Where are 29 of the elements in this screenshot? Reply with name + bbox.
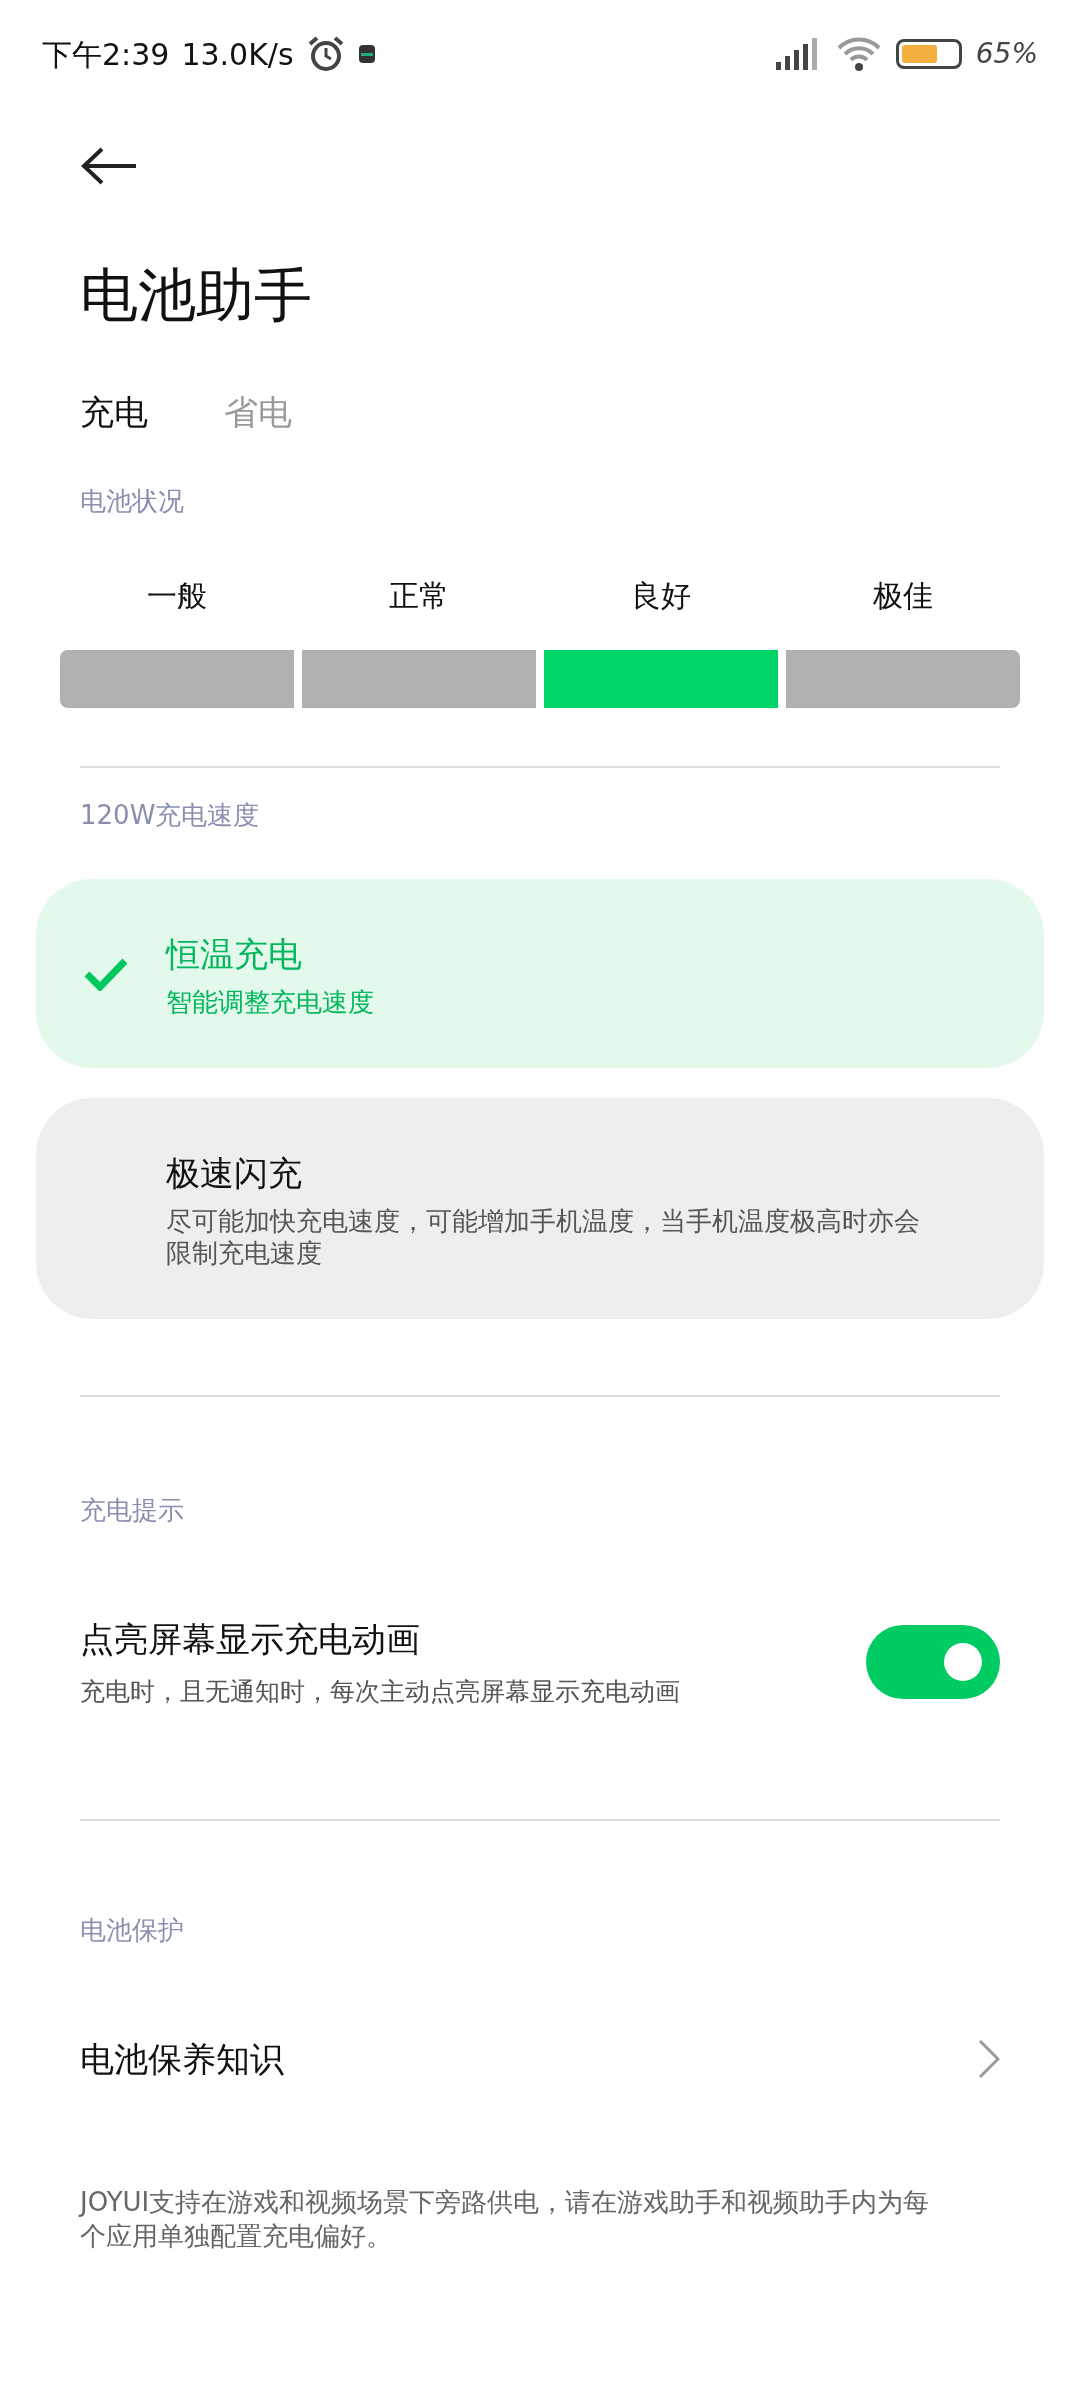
battery-care-link[interactable]: 电池保养知识	[0, 2033, 1080, 2085]
chevron-right-icon	[978, 2039, 1000, 2079]
battery-percent: 65%	[975, 36, 1038, 72]
mode-title: 极速闪充	[166, 1152, 303, 1195]
tab[interactable]: 充电	[80, 387, 148, 438]
mode-description: 尽可能加快充电速度，可能增加手机温度，当手机温度极高时亦会限制充电速度	[166, 1205, 921, 1269]
mode-title: 恒温充电	[166, 933, 303, 976]
mode-description: 智能调整充电速度	[166, 986, 374, 1018]
grade-label: 良好	[630, 577, 692, 615]
setting-description: 充电时，且无通知时，每次主动点亮屏幕显示充电动画	[80, 1676, 680, 1708]
footer-note: JOYUI支持在游戏和视频场景下旁路供电，请在游戏助手和视频助手内为每个应用单独配置充电偏好。	[77, 2185, 931, 2253]
section-label: 电池保护	[80, 1913, 185, 1947]
section-label: 120W充电速度	[80, 799, 261, 832]
page-title: 电池助手	[80, 260, 313, 331]
app-icon	[357, 44, 376, 64]
wifi-icon	[835, 36, 882, 72]
grade-label: 极佳	[872, 577, 934, 615]
back-icon	[80, 146, 138, 186]
grade-label: 正常	[388, 577, 450, 615]
section-label: 充电提示	[80, 1494, 185, 1527]
charging-mode-card[interactable]: 极速闪充 尽可能加快充电速度，可能增加手机温度，当手机温度极高时亦会限制充电速度	[36, 1098, 1044, 1319]
section-label: 电池状况	[80, 485, 185, 518]
setting-title: 点亮屏幕显示充电动画	[80, 1618, 421, 1661]
grade-label: 一般	[146, 577, 208, 615]
status-time: 下午2:39	[42, 35, 170, 74]
back-button[interactable]	[80, 146, 138, 186]
network-speed: 13.0K/s	[181, 35, 294, 74]
check-icon	[84, 956, 128, 991]
battery-icon	[895, 39, 962, 69]
